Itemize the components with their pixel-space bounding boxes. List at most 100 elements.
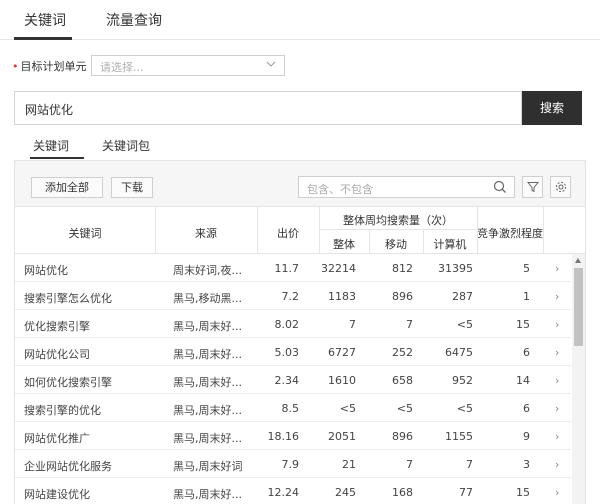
row-computer: <5	[456, 402, 473, 415]
row-mobile: 7	[406, 458, 413, 471]
chevron-right-icon[interactable]: ›	[555, 318, 559, 331]
row-bid: 7.2	[281, 290, 300, 303]
row-overall: 32214	[321, 262, 356, 275]
row-overall: 6727	[328, 346, 356, 359]
chevron-right-icon[interactable]: ›	[555, 290, 559, 303]
chevron-right-icon[interactable]: ›	[555, 430, 559, 443]
row-keyword: 搜索引擎的优化	[24, 404, 101, 417]
plan-unit-row: • 目标计划单元 请选择...	[12, 55, 312, 77]
active-tab-indicator	[14, 37, 72, 40]
row-computer: 7	[466, 458, 473, 471]
plan-unit-label: • 目标计划单元	[12, 60, 87, 73]
scroll-up-arrow[interactable]	[575, 258, 581, 263]
row-source: 黑马,周末好...	[173, 376, 242, 389]
tab-traffic-query[interactable]: 流量查询	[106, 10, 162, 30]
row-mobile: 896	[392, 430, 413, 443]
download-button[interactable]: 下载	[111, 177, 153, 198]
table-row[interactable]: 网站优化公司 黑马,周末好... 5.03 6727 252 6475 6 ›	[15, 338, 571, 366]
table-header: 关键词 来源 出价 整体周均搜索量（次） 整体 移动 计算机 竞争激烈程度	[15, 207, 585, 254]
table-row[interactable]: 搜索引擎怎么优化 黑马,移动黑... 7.2 1183 896 287 1 ›	[15, 282, 571, 310]
chevron-right-icon[interactable]: ›	[555, 486, 559, 499]
table-row[interactable]: 搜索引擎的优化 黑马,周末好... 8.5 <5 <5 <5 6 ›	[15, 394, 571, 422]
tab-keyword[interactable]: 关键词	[24, 10, 66, 30]
row-computer: 31395	[438, 262, 473, 275]
gear-icon[interactable]	[550, 176, 571, 198]
filter-input[interactable]: 包含、不包含	[298, 176, 515, 198]
row-source: 黑马,移动黑...	[173, 292, 242, 305]
row-source: 黑马,周末好...	[173, 432, 242, 445]
row-mobile: 896	[392, 290, 413, 303]
divider	[423, 230, 424, 253]
header-source: 来源	[195, 227, 217, 240]
table-row[interactable]: 网站建设优化 黑马,周末好... 12.24 245 168 77 15 ›	[15, 478, 571, 504]
filter-placeholder: 包含、不包含	[307, 183, 373, 196]
header-overall: 整体	[333, 238, 355, 251]
header-bid: 出价	[277, 227, 299, 240]
header-competition: 竞争激烈程度	[477, 227, 543, 240]
row-mobile: <5	[396, 402, 413, 415]
chevron-down-icon	[266, 59, 276, 72]
divider	[257, 207, 258, 253]
row-overall: 1610	[328, 374, 356, 387]
chevron-right-icon[interactable]: ›	[555, 402, 559, 415]
row-competition: 6	[523, 402, 530, 415]
row-overall: 2051	[328, 430, 356, 443]
chevron-right-icon[interactable]: ›	[555, 262, 559, 275]
keyword-results-panel: 添加全部 下载 包含、不包含 关键词 来源 出价 整体周均搜索量（次） 整体 移…	[14, 160, 586, 504]
row-bid: 8.5	[281, 402, 300, 415]
divider	[319, 207, 320, 253]
row-computer: 77	[459, 486, 473, 499]
chevron-right-icon[interactable]: ›	[555, 374, 559, 387]
chevron-right-icon[interactable]: ›	[555, 458, 559, 471]
row-competition: 5	[523, 262, 530, 275]
row-overall: 245	[335, 486, 356, 499]
row-keyword: 搜索引擎怎么优化	[24, 292, 112, 305]
row-computer: <5	[456, 318, 473, 331]
table-row[interactable]: 网站优化推广 黑马,周末好... 18.16 2051 896 1155 9 ›	[15, 422, 571, 450]
search-button[interactable]: 搜索	[522, 91, 582, 125]
keyword-search-input[interactable]: 网站优化	[14, 91, 522, 125]
add-all-button[interactable]: 添加全部	[31, 177, 103, 198]
row-overall: 7	[349, 318, 356, 331]
row-bid: 2.34	[274, 374, 300, 387]
top-tab-bar: 关键词 流量查询	[0, 0, 600, 40]
row-competition: 14	[516, 374, 530, 387]
divider	[155, 207, 156, 253]
chevron-right-icon[interactable]: ›	[555, 346, 559, 359]
search-input-value: 网站优化	[25, 103, 74, 117]
row-competition: 1	[523, 290, 530, 303]
row-keyword: 网站建设优化	[24, 488, 90, 501]
subtab-keyword[interactable]: 关键词	[33, 137, 69, 154]
table-row[interactable]: 企业网站优化服务 黑马,周末好词 7.9 21 7 7 3 ›	[15, 450, 571, 478]
sub-tab-bar: 关键词 关键词包	[14, 128, 586, 160]
row-source: 周末好词,夜...	[173, 264, 242, 277]
row-overall: <5	[339, 402, 356, 415]
table-row[interactable]: 如何优化搜索引擎 黑马,周末好... 2.34 1610 658 952 14 …	[15, 366, 571, 394]
row-mobile: 7	[406, 318, 413, 331]
search-icon[interactable]	[493, 180, 507, 197]
scroll-thumb[interactable]	[574, 268, 583, 346]
filter-icon[interactable]	[522, 176, 543, 198]
header-computer: 计算机	[433, 238, 467, 251]
row-bid: 11.7	[274, 262, 300, 275]
subtab-keyword-package[interactable]: 关键词包	[102, 137, 150, 154]
row-computer: 1155	[445, 430, 473, 443]
plan-unit-placeholder: 请选择...	[100, 61, 144, 74]
row-keyword: 网站优化公司	[24, 348, 90, 361]
table-row[interactable]: 优化搜索引擎 黑马,周末好... 8.02 7 7 <5 15 ›	[15, 310, 571, 338]
divider	[477, 207, 478, 253]
table-scrollbar[interactable]	[572, 254, 585, 504]
row-competition: 15	[516, 318, 530, 331]
divider	[543, 207, 544, 253]
table-row[interactable]: 网站优化 周末好词,夜... 11.7 32214 812 31395 5 ›	[15, 254, 571, 282]
row-source: 黑马,周末好...	[173, 348, 242, 361]
row-mobile: 168	[392, 486, 413, 499]
row-mobile: 252	[392, 346, 413, 359]
row-bid: 7.9	[281, 458, 300, 471]
results-toolbar: 添加全部 下载 包含、不包含	[15, 161, 585, 207]
row-computer: 6475	[445, 346, 473, 359]
row-computer: 952	[452, 374, 473, 387]
row-mobile: 812	[392, 262, 413, 275]
plan-unit-select[interactable]: 请选择...	[91, 55, 285, 76]
row-mobile: 658	[392, 374, 413, 387]
